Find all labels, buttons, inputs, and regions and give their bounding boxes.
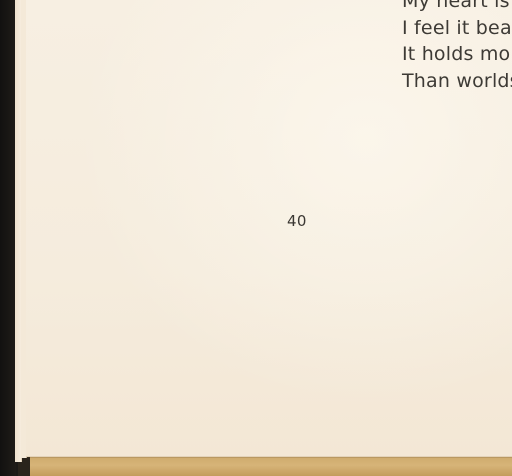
poem-line: My heart is: [402, 0, 510, 12]
book-page-scene: My heart is I feel it bea It holds mor T…: [0, 0, 512, 476]
page-number: 40: [287, 212, 307, 230]
book-page: My heart is I feel it bea It holds mor T…: [26, 0, 512, 457]
poem-stanza: My heart is I feel it bea It holds mor T…: [402, 0, 512, 94]
poem-line: It holds mor: [402, 43, 512, 65]
dark-background: [0, 0, 16, 476]
poem-line: Than worlds: [402, 69, 512, 92]
poem-line: I feel it bea: [402, 16, 512, 39]
